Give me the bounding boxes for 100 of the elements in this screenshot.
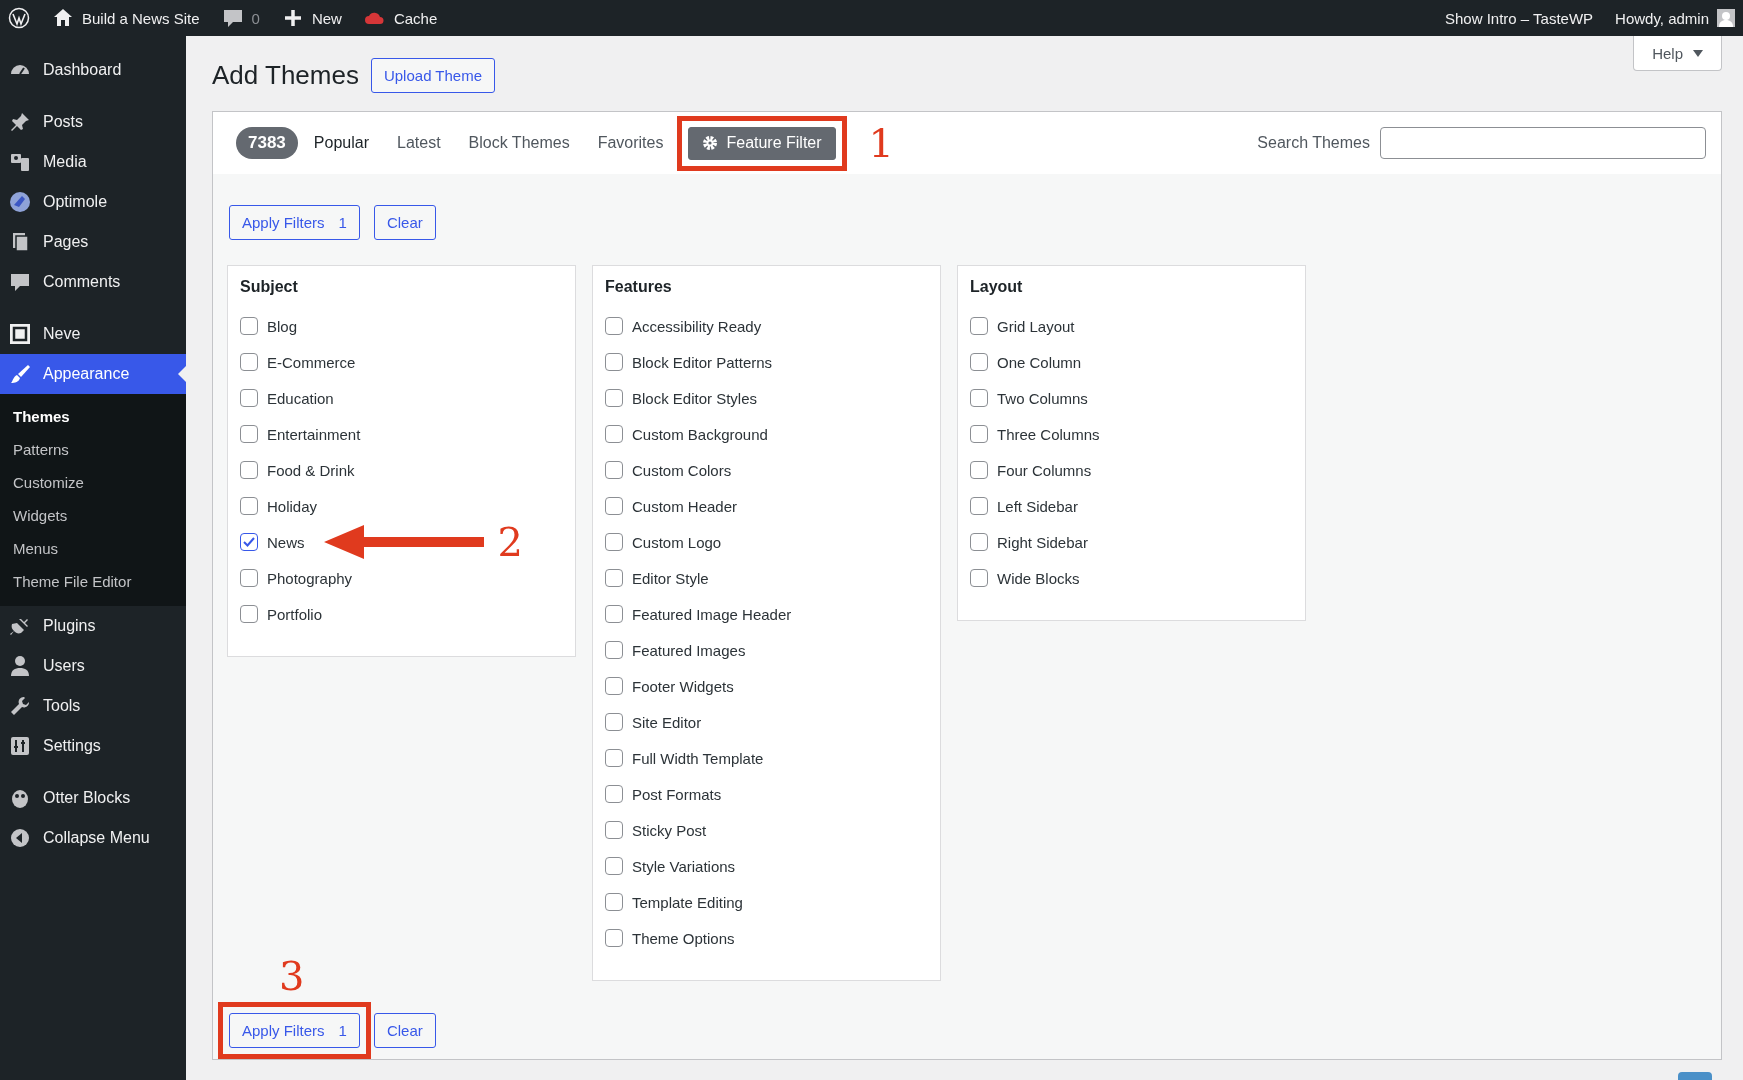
checkbox[interactable] bbox=[970, 353, 988, 371]
filter-tab[interactable]: Popular bbox=[313, 134, 369, 152]
checkbox[interactable] bbox=[240, 317, 258, 335]
sidebar-item[interactable]: Pages bbox=[0, 222, 186, 262]
option-label[interactable]: Blog bbox=[267, 317, 298, 335]
checkbox[interactable] bbox=[605, 713, 623, 731]
checkbox[interactable] bbox=[240, 425, 258, 443]
option-label[interactable]: Left Sidebar bbox=[997, 497, 1078, 515]
checkbox[interactable] bbox=[970, 317, 988, 335]
checkbox[interactable] bbox=[240, 497, 258, 515]
search-field[interactable] bbox=[1380, 127, 1706, 159]
checkbox[interactable] bbox=[605, 677, 623, 695]
option-label[interactable]: Holiday bbox=[267, 497, 318, 515]
option-label[interactable]: Editor Style bbox=[632, 569, 709, 587]
option-label[interactable]: Sticky Post bbox=[632, 821, 707, 839]
option-label[interactable]: Template Editing bbox=[632, 893, 743, 911]
option-label[interactable]: Featured Images bbox=[632, 641, 746, 659]
option-label[interactable]: Post Formats bbox=[632, 785, 722, 803]
sidebar-item[interactable]: Tools bbox=[0, 686, 186, 726]
checkbox[interactable] bbox=[605, 497, 623, 515]
sidebar-item[interactable]: Optimole bbox=[0, 182, 186, 222]
checkbox[interactable] bbox=[605, 893, 623, 911]
apply-filters-button[interactable]: Apply Filters 1 bbox=[229, 205, 360, 240]
option-label[interactable]: Custom Background bbox=[632, 425, 768, 443]
checkbox[interactable] bbox=[605, 605, 623, 623]
show-intro-link[interactable]: Show Intro – TasteWP bbox=[1444, 9, 1594, 27]
sidebar-item[interactable]: Comments bbox=[0, 262, 186, 302]
feature-filter-button[interactable]: Feature Filter bbox=[688, 126, 836, 160]
checkbox[interactable] bbox=[605, 641, 623, 659]
wordpress-logo-icon[interactable] bbox=[8, 7, 30, 29]
option-label[interactable]: One Column bbox=[997, 353, 1082, 371]
checkbox[interactable] bbox=[970, 425, 988, 443]
option-label[interactable]: Custom Colors bbox=[632, 461, 732, 479]
filter-tab[interactable]: Block Themes bbox=[468, 134, 570, 152]
option-label[interactable]: E-Commerce bbox=[267, 353, 356, 371]
sidebar-item[interactable]: Media bbox=[0, 142, 186, 182]
option-label[interactable]: Portfolio bbox=[267, 605, 323, 623]
sidebar-item[interactable]: Appearance bbox=[0, 354, 186, 394]
option-label[interactable]: Block Editor Styles bbox=[632, 389, 758, 407]
submenu-item[interactable]: Theme File Editor bbox=[0, 565, 186, 598]
filter-tab[interactable]: Latest bbox=[397, 134, 441, 152]
checkbox[interactable] bbox=[605, 353, 623, 371]
checkbox[interactable] bbox=[605, 461, 623, 479]
option-label[interactable]: Accessibility Ready bbox=[632, 317, 762, 335]
checkbox[interactable] bbox=[605, 785, 623, 803]
cache-link[interactable]: Cache bbox=[393, 9, 438, 27]
checkbox[interactable] bbox=[605, 425, 623, 443]
option-label[interactable]: Three Columns bbox=[997, 425, 1100, 443]
avatar-icon[interactable] bbox=[1717, 9, 1735, 27]
checkbox[interactable] bbox=[240, 353, 258, 371]
sidebar-item[interactable]: Collapse Menu bbox=[0, 818, 186, 858]
checkbox[interactable] bbox=[605, 749, 623, 767]
option-label[interactable]: News bbox=[267, 533, 305, 551]
checkbox[interactable] bbox=[970, 461, 988, 479]
checkbox[interactable] bbox=[605, 569, 623, 587]
checkbox[interactable] bbox=[605, 857, 623, 875]
option-label[interactable]: Custom Header bbox=[632, 497, 738, 515]
option-label[interactable]: Food & Drink bbox=[267, 461, 355, 479]
checkbox[interactable] bbox=[240, 605, 258, 623]
submenu-item[interactable]: Themes bbox=[0, 400, 186, 433]
clear-button[interactable]: Clear bbox=[373, 1013, 436, 1048]
checkbox[interactable] bbox=[605, 821, 623, 839]
sidebar-item[interactable]: Posts bbox=[0, 102, 186, 142]
option-label[interactable]: Four Columns bbox=[997, 461, 1092, 479]
site-name-link[interactable]: Build a News Site bbox=[82, 9, 200, 27]
checkbox[interactable] bbox=[240, 569, 258, 587]
howdy-link[interactable]: Howdy, admin bbox=[1615, 9, 1709, 27]
checkbox[interactable] bbox=[240, 389, 258, 407]
option-label[interactable]: Site Editor bbox=[632, 713, 702, 731]
checkbox[interactable] bbox=[605, 533, 623, 551]
option-label[interactable]: Theme Options bbox=[632, 929, 735, 947]
option-label[interactable]: Block Editor Patterns bbox=[632, 353, 773, 371]
sidebar-item[interactable]: Plugins bbox=[0, 606, 186, 646]
option-label[interactable]: Wide Blocks bbox=[997, 569, 1080, 587]
checkbox[interactable] bbox=[970, 389, 988, 407]
submenu-item[interactable]: Customize bbox=[0, 466, 186, 499]
option-label[interactable]: Two Columns bbox=[997, 389, 1088, 407]
option-label[interactable]: Photography bbox=[267, 569, 353, 587]
filter-tab[interactable]: Favorites bbox=[597, 134, 664, 152]
option-label[interactable]: Footer Widgets bbox=[632, 677, 734, 695]
upload-theme-button[interactable]: Upload Theme bbox=[370, 58, 496, 93]
option-label[interactable]: Entertainment bbox=[267, 425, 361, 443]
new-link[interactable]: New bbox=[311, 9, 342, 27]
option-label[interactable]: Featured Image Header bbox=[632, 605, 792, 623]
checkbox[interactable] bbox=[970, 497, 988, 515]
sidebar-item[interactable]: Neve bbox=[0, 314, 186, 354]
clear-button[interactable]: Clear bbox=[373, 205, 436, 240]
checkbox[interactable] bbox=[970, 569, 988, 587]
option-label[interactable]: Custom Logo bbox=[632, 533, 722, 551]
apply-filters-button[interactable]: Apply Filters 1 bbox=[229, 1013, 360, 1048]
option-label[interactable]: Education bbox=[267, 389, 334, 407]
checkbox[interactable] bbox=[970, 533, 988, 551]
checkbox[interactable] bbox=[240, 533, 258, 551]
sidebar-item[interactable]: Settings bbox=[0, 726, 186, 766]
sidebar-item[interactable]: Dashboard bbox=[0, 50, 186, 90]
option-label[interactable]: Style Variations bbox=[632, 857, 736, 875]
checkbox[interactable] bbox=[605, 929, 623, 947]
sidebar-item[interactable]: Otter Blocks bbox=[0, 778, 186, 818]
option-label[interactable]: Grid Layout bbox=[997, 317, 1075, 335]
submenu-item[interactable]: Menus bbox=[0, 532, 186, 565]
